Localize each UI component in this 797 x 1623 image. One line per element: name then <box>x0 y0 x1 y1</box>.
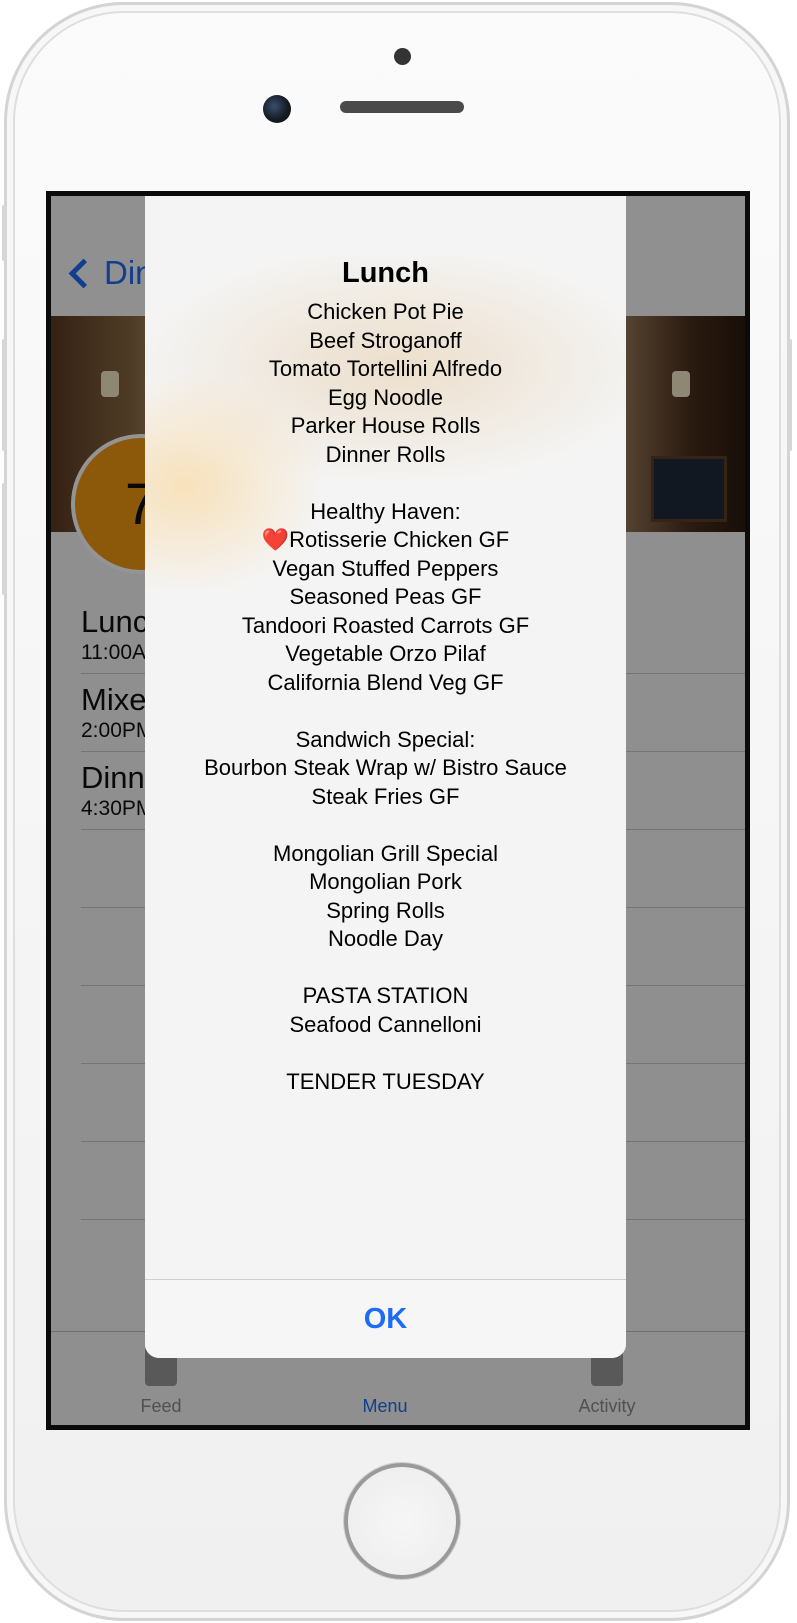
menu-item-line <box>145 697 626 726</box>
menu-item-line: Spring Rolls <box>326 897 445 923</box>
alert-title: Lunch <box>342 257 429 289</box>
menu-item-line <box>145 811 626 840</box>
menu-alert-dialog: Lunch Chicken Pot Pie Beef Stroganoff Toma… <box>145 196 626 1358</box>
menu-item-line: Vegan Stuffed Peppers <box>272 555 499 581</box>
earpiece-speaker <box>340 101 464 113</box>
home-button[interactable] <box>344 1463 460 1579</box>
mute-switch <box>2 205 7 261</box>
menu-item-line <box>145 469 626 498</box>
volume-down-button <box>2 483 7 595</box>
ok-button[interactable]: OK <box>364 1303 408 1336</box>
menu-item-line: Parker House Rolls <box>290 413 481 438</box>
menu-item-line: Seasoned Peas GF <box>289 584 482 609</box>
menu-item-line: Steak Fries GF <box>311 783 460 809</box>
menu-item-line: Healthy Haven: <box>310 498 461 524</box>
menu-item-line: Noodle Day <box>328 926 443 951</box>
menu-item-line: Beef Stroganoff <box>309 327 462 353</box>
menu-item-line: Dinner Rolls <box>325 441 446 467</box>
menu-item-line: Bourbon Steak Wrap w/ Bistro Sauce <box>204 755 567 780</box>
menu-item-line: Tomato Tortellini Alfredo <box>268 356 503 381</box>
menu-item-line: Tandoori Roasted Carrots GF <box>241 612 530 638</box>
alert-content: Lunch Chicken Pot Pie Beef Stroganoff Toma… <box>145 254 626 1096</box>
alert-footer: OK <box>145 1279 626 1358</box>
front-camera-icon <box>263 95 291 123</box>
power-button <box>787 339 792 451</box>
menu-item-line: TENDER TUESDAY <box>286 1068 485 1094</box>
screen: Din 7 Lunc 11:00A Mixe 2:00PM Dinn 4:30P… <box>46 191 750 1430</box>
menu-item-line: Sandwich Special: <box>295 726 476 752</box>
menu-item-line: ❤️Rotisserie Chicken GF <box>261 527 510 552</box>
proximity-sensor <box>394 48 411 65</box>
menu-item-line: Chicken Pot Pie <box>307 299 464 324</box>
app-view: Din 7 Lunc 11:00A Mixe 2:00PM Dinn 4:30P… <box>51 196 745 1425</box>
menu-item-line: Vegetable Orzo Pilaf <box>285 641 486 666</box>
menu-item-line <box>145 954 626 983</box>
menu-item-line: Mongolian Pork <box>309 869 462 894</box>
menu-item-line <box>145 1039 626 1068</box>
menu-item-line: Egg Noodle <box>328 384 443 410</box>
menu-item-line: PASTA STATION <box>302 983 469 1008</box>
volume-up-button <box>2 339 7 451</box>
menu-item-line: Seafood Cannelloni <box>289 1011 482 1037</box>
menu-item-line: California Blend Veg GF <box>267 669 504 695</box>
menu-item-line: Mongolian Grill Special <box>273 840 498 866</box>
